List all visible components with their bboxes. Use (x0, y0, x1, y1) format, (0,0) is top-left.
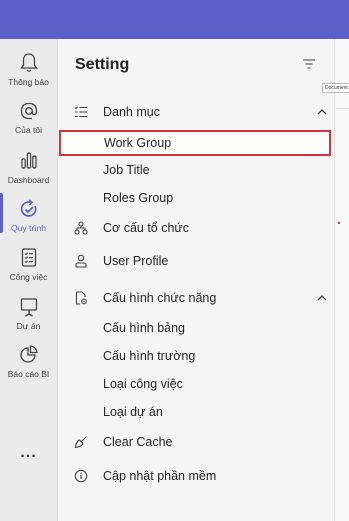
settings-panel: Setting Danh mục Work Group Job Title Ro… (57, 39, 335, 521)
filter-icon[interactable] (302, 58, 316, 70)
app-rail: Thông báo Của tôi Dashboard Quy trình Cô… (0, 39, 57, 521)
rail-item-tasks[interactable]: Công việc (0, 246, 57, 282)
item-label: Loại dự án (103, 405, 163, 419)
rail-item-label: Dashboard (7, 175, 50, 185)
workflow-check-icon (20, 199, 36, 217)
chevron-up-icon[interactable] (316, 107, 328, 117)
item-label: Cơ cấu tổ chức (103, 221, 190, 235)
rail-item-bi-report[interactable]: Báo cáo BI (0, 343, 57, 379)
item-label: Job Title (103, 163, 150, 177)
item-label: Cấu hình bảng (103, 321, 186, 335)
rail-item-label: Dự án (16, 321, 41, 331)
item-software-update[interactable]: Cập nhật phần mềm (58, 462, 336, 490)
item-label: Cập nhật phần mềm (103, 469, 217, 483)
presentation-icon (20, 298, 37, 317)
item-user-profile[interactable]: User Profile (58, 247, 336, 275)
rail-item-label: Của tôi (15, 125, 42, 135)
item-table-config[interactable]: Cấu hình bảng (58, 314, 336, 342)
bar-chart-icon (20, 152, 37, 169)
rail-item-projects[interactable]: Dự án (0, 295, 57, 331)
divider (336, 108, 349, 109)
item-label: Clear Cache (103, 435, 173, 449)
org-structure-icon (74, 221, 88, 235)
task-list-icon (21, 248, 36, 267)
info-icon (74, 469, 88, 483)
item-clear-cache[interactable]: Clear Cache (58, 428, 336, 456)
chevron-up-icon[interactable] (316, 293, 328, 303)
rail-item-label: Công việc (9, 272, 48, 282)
item-work-group[interactable]: Work Group (59, 130, 331, 156)
page-title: Setting (75, 56, 130, 73)
group-cau-hinh-chuc-nang[interactable]: Cấu hình chức năng (58, 284, 336, 312)
more-apps-button[interactable]: ... (0, 444, 57, 462)
item-label: User Profile (103, 254, 169, 268)
item-label: Roles Group (103, 191, 174, 205)
group-label: Danh mục (103, 105, 160, 119)
at-icon (20, 102, 37, 120)
item-task-type[interactable]: Loại công việc (58, 370, 336, 398)
item-field-config[interactable]: Cấu hình trường (58, 342, 336, 370)
bell-icon (19, 53, 38, 72)
list-icon (74, 106, 87, 118)
item-label: Loại công việc (103, 377, 183, 391)
marker (338, 222, 340, 224)
rail-item-label: Quy trình (11, 223, 46, 233)
item-org-structure[interactable]: Cơ cấu tổ chức (58, 214, 336, 242)
rail-item-mine[interactable]: Của tôi (0, 99, 57, 135)
rail-item-notifications[interactable]: Thông báo (0, 51, 57, 87)
rail-item-label: Báo cáo BI (7, 369, 50, 379)
item-project-type[interactable]: Loại dự án (58, 398, 336, 426)
document-settings-icon (75, 291, 87, 305)
pie-report-icon (19, 345, 38, 363)
rail-item-workflow[interactable]: Quy trình (0, 193, 57, 233)
item-label: Cấu hình trường (103, 349, 196, 363)
group-danh-muc[interactable]: Danh mục (58, 98, 336, 126)
rail-item-dashboard[interactable]: Dashboard (0, 149, 57, 185)
group-label: Cấu hình chức năng (103, 291, 217, 305)
item-job-title[interactable]: Job Title (58, 156, 336, 184)
tooltip: Document (322, 83, 349, 93)
app-top-bar (0, 0, 349, 39)
content-area (335, 39, 349, 521)
item-roles-group[interactable]: Roles Group (58, 184, 336, 212)
item-label: Work Group (104, 136, 172, 150)
broom-icon (74, 436, 87, 449)
person-icon (75, 254, 87, 268)
rail-item-label: Thông báo (8, 77, 49, 87)
